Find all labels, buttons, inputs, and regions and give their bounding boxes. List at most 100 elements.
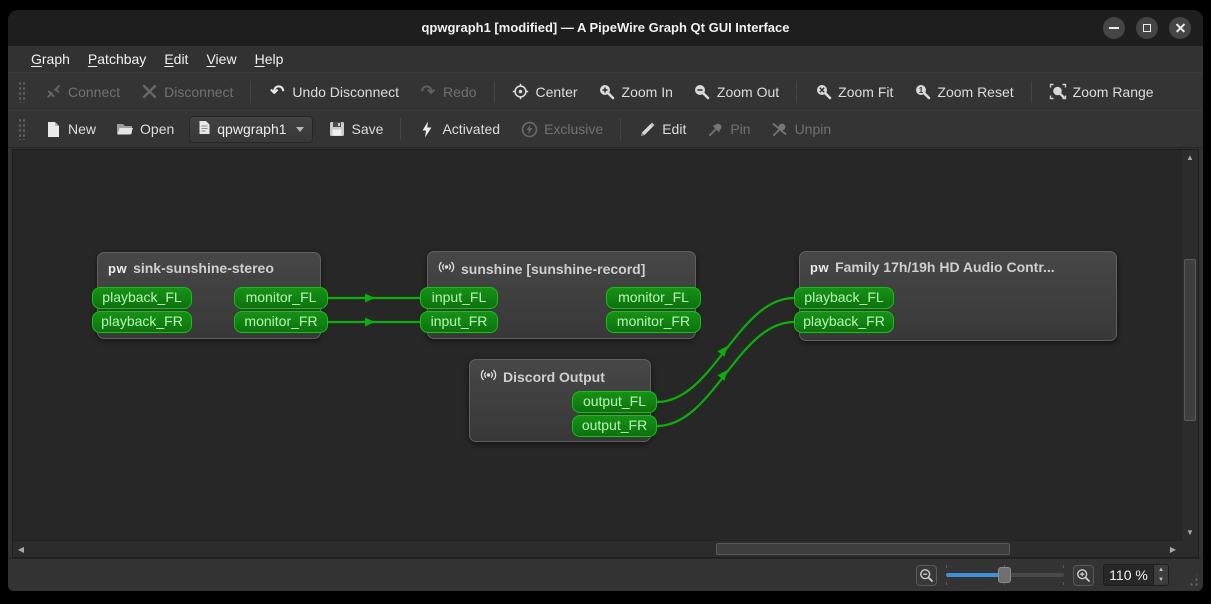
center-icon — [512, 83, 530, 100]
zoom-percent-value: 110 % — [1109, 567, 1148, 583]
scroll-left-icon[interactable]: ◀ — [13, 542, 29, 557]
toolbar-separator — [400, 118, 402, 140]
scroll-down-icon[interactable]: ▼ — [1182, 525, 1198, 540]
port-input[interactable]: input_FL — [420, 287, 498, 309]
magnifier-plus-icon — [598, 83, 616, 100]
toolbar-drag-handle[interactable] — [18, 118, 25, 140]
horizontal-scrollbar[interactable]: ◀ ▶ — [13, 540, 1181, 557]
undo-disconnect-button[interactable]: ↶ Undo Disconnect — [259, 78, 408, 105]
zoom-fit-button[interactable]: Zoom Fit — [805, 78, 902, 105]
chevron-down-icon — [295, 126, 304, 132]
magnifier-plus-icon — [1077, 568, 1090, 582]
magnifier-minus-icon — [693, 83, 711, 100]
maximize-button[interactable] — [1136, 17, 1158, 39]
scroll-up-icon[interactable]: ▲ — [1182, 150, 1198, 165]
port-input[interactable]: input_FR — [420, 311, 498, 333]
menu-help[interactable]: Help — [246, 48, 293, 70]
new-document-icon — [44, 121, 62, 138]
app-window: qpwgraph1 [modified] — A PipeWire Graph … — [8, 10, 1203, 591]
disconnect-button[interactable]: Disconnect — [131, 78, 242, 105]
menu-view[interactable]: View — [197, 48, 245, 70]
window-controls — [1103, 17, 1191, 39]
toolbar-drag-handle[interactable] — [18, 80, 25, 103]
zoom-slider[interactable] — [946, 565, 1064, 585]
menubar: Graph Patchbay Edit View Help — [8, 46, 1203, 72]
close-button[interactable] — [1169, 17, 1191, 39]
unpin-button[interactable]: Unpin — [762, 116, 841, 143]
statusbar-zoom-out-button[interactable] — [916, 564, 937, 586]
activated-button[interactable]: Activated — [409, 116, 509, 143]
graph-canvas[interactable]: pw sink-sunshine-stereo playback_FL play… — [13, 150, 1181, 540]
zoom-range-button[interactable]: Zoom Range — [1040, 78, 1163, 105]
zoom-slider-handle[interactable] — [998, 567, 1011, 583]
vertical-scrollbar-thumb[interactable] — [1184, 259, 1196, 421]
port-input[interactable]: playback_FR — [794, 311, 894, 333]
pipewire-icon: pw — [108, 260, 128, 276]
exclusive-button[interactable]: Exclusive — [511, 116, 612, 143]
titlebar[interactable]: qpwgraph1 [modified] — A PipeWire Graph … — [8, 10, 1203, 46]
port-output[interactable]: monitor_FL — [234, 287, 328, 309]
toolbar-separator — [796, 80, 798, 103]
port-output[interactable]: output_FR — [572, 415, 657, 437]
connect-button[interactable]: Connect — [35, 78, 129, 105]
magnifier-fit-icon — [814, 83, 832, 100]
zoom-slider-fill — [946, 573, 1003, 577]
minimize-icon — [1109, 27, 1119, 29]
port-input[interactable]: playback_FR — [92, 311, 192, 333]
port-output[interactable]: output_FL — [572, 391, 657, 413]
pipewire-icon: pw — [810, 259, 830, 275]
patchbay-select-value: qpwgraph1 — [217, 121, 287, 137]
center-button[interactable]: Center — [503, 78, 587, 105]
port-input[interactable]: playback_FL — [92, 287, 192, 309]
zoom-out-button[interactable]: Zoom Out — [684, 78, 788, 105]
zoom-percent-spinbox[interactable]: 110 % ▲ ▼ — [1103, 564, 1169, 586]
node-title: Discord Output — [503, 368, 605, 385]
statusbar-zoom-in-button[interactable] — [1073, 564, 1094, 586]
port-output[interactable]: monitor_FR — [606, 311, 701, 333]
toolbar-separator — [493, 80, 495, 103]
graph-view: pw sink-sunshine-stereo playback_FL play… — [12, 149, 1199, 558]
save-button[interactable]: Save — [319, 116, 393, 143]
undo-icon: ↶ — [270, 82, 285, 101]
vertical-scrollbar[interactable]: ▲ ▼ — [1181, 150, 1198, 540]
toolbar-separator — [1030, 80, 1032, 103]
minimize-button[interactable] — [1103, 17, 1125, 39]
redo-icon: ↷ — [420, 82, 436, 101]
menu-graph[interactable]: Graph — [22, 48, 79, 70]
pencil-icon — [638, 121, 656, 138]
menu-patchbay[interactable]: Patchbay — [79, 48, 155, 70]
node-title: Family 17h/19h HD Audio Contr... — [835, 259, 1055, 275]
pin-icon — [706, 121, 724, 138]
disconnect-icon — [140, 83, 158, 100]
circled-lightning-icon — [520, 121, 538, 138]
spin-up-icon[interactable]: ▲ — [1154, 565, 1168, 575]
scroll-right-icon[interactable]: ▶ — [1165, 542, 1181, 557]
patchbay-toolbar: New Open qpwgraph1 Save Activated Exclus… — [8, 110, 1203, 148]
port-input[interactable]: playback_FL — [794, 287, 894, 309]
zoom-in-button[interactable]: Zoom In — [589, 78, 682, 105]
new-button[interactable]: New — [35, 116, 105, 143]
pin-button[interactable]: Pin — [697, 116, 759, 143]
window-title: qpwgraph1 [modified] — A PipeWire Graph … — [421, 20, 790, 35]
save-floppy-icon — [328, 121, 346, 138]
redo-button[interactable]: ↷ Redo — [410, 78, 485, 105]
spin-down-icon[interactable]: ▼ — [1154, 575, 1168, 585]
edit-button[interactable]: Edit — [629, 116, 695, 143]
port-output[interactable]: monitor_FL — [606, 287, 701, 309]
menu-edit[interactable]: Edit — [155, 48, 197, 70]
connect-icon — [44, 83, 62, 100]
scrollbar-corner — [1181, 540, 1198, 557]
resize-grip[interactable] — [1184, 572, 1200, 588]
open-folder-icon — [116, 121, 134, 138]
port-output[interactable]: monitor_FR — [234, 311, 328, 333]
unpin-icon — [771, 121, 789, 138]
patchbay-file-icon — [198, 120, 211, 138]
patchbay-select[interactable]: qpwgraph1 — [189, 115, 313, 143]
zoom-reset-button[interactable]: 1 Zoom Reset — [904, 78, 1022, 105]
open-button[interactable]: Open — [107, 116, 183, 143]
toolbar-separator — [250, 80, 252, 103]
horizontal-scrollbar-thumb[interactable] — [716, 543, 1010, 555]
toolbar-separator — [620, 118, 622, 140]
magnifier-reset-icon: 1 — [913, 83, 931, 100]
magnifier-range-icon — [1049, 83, 1067, 100]
